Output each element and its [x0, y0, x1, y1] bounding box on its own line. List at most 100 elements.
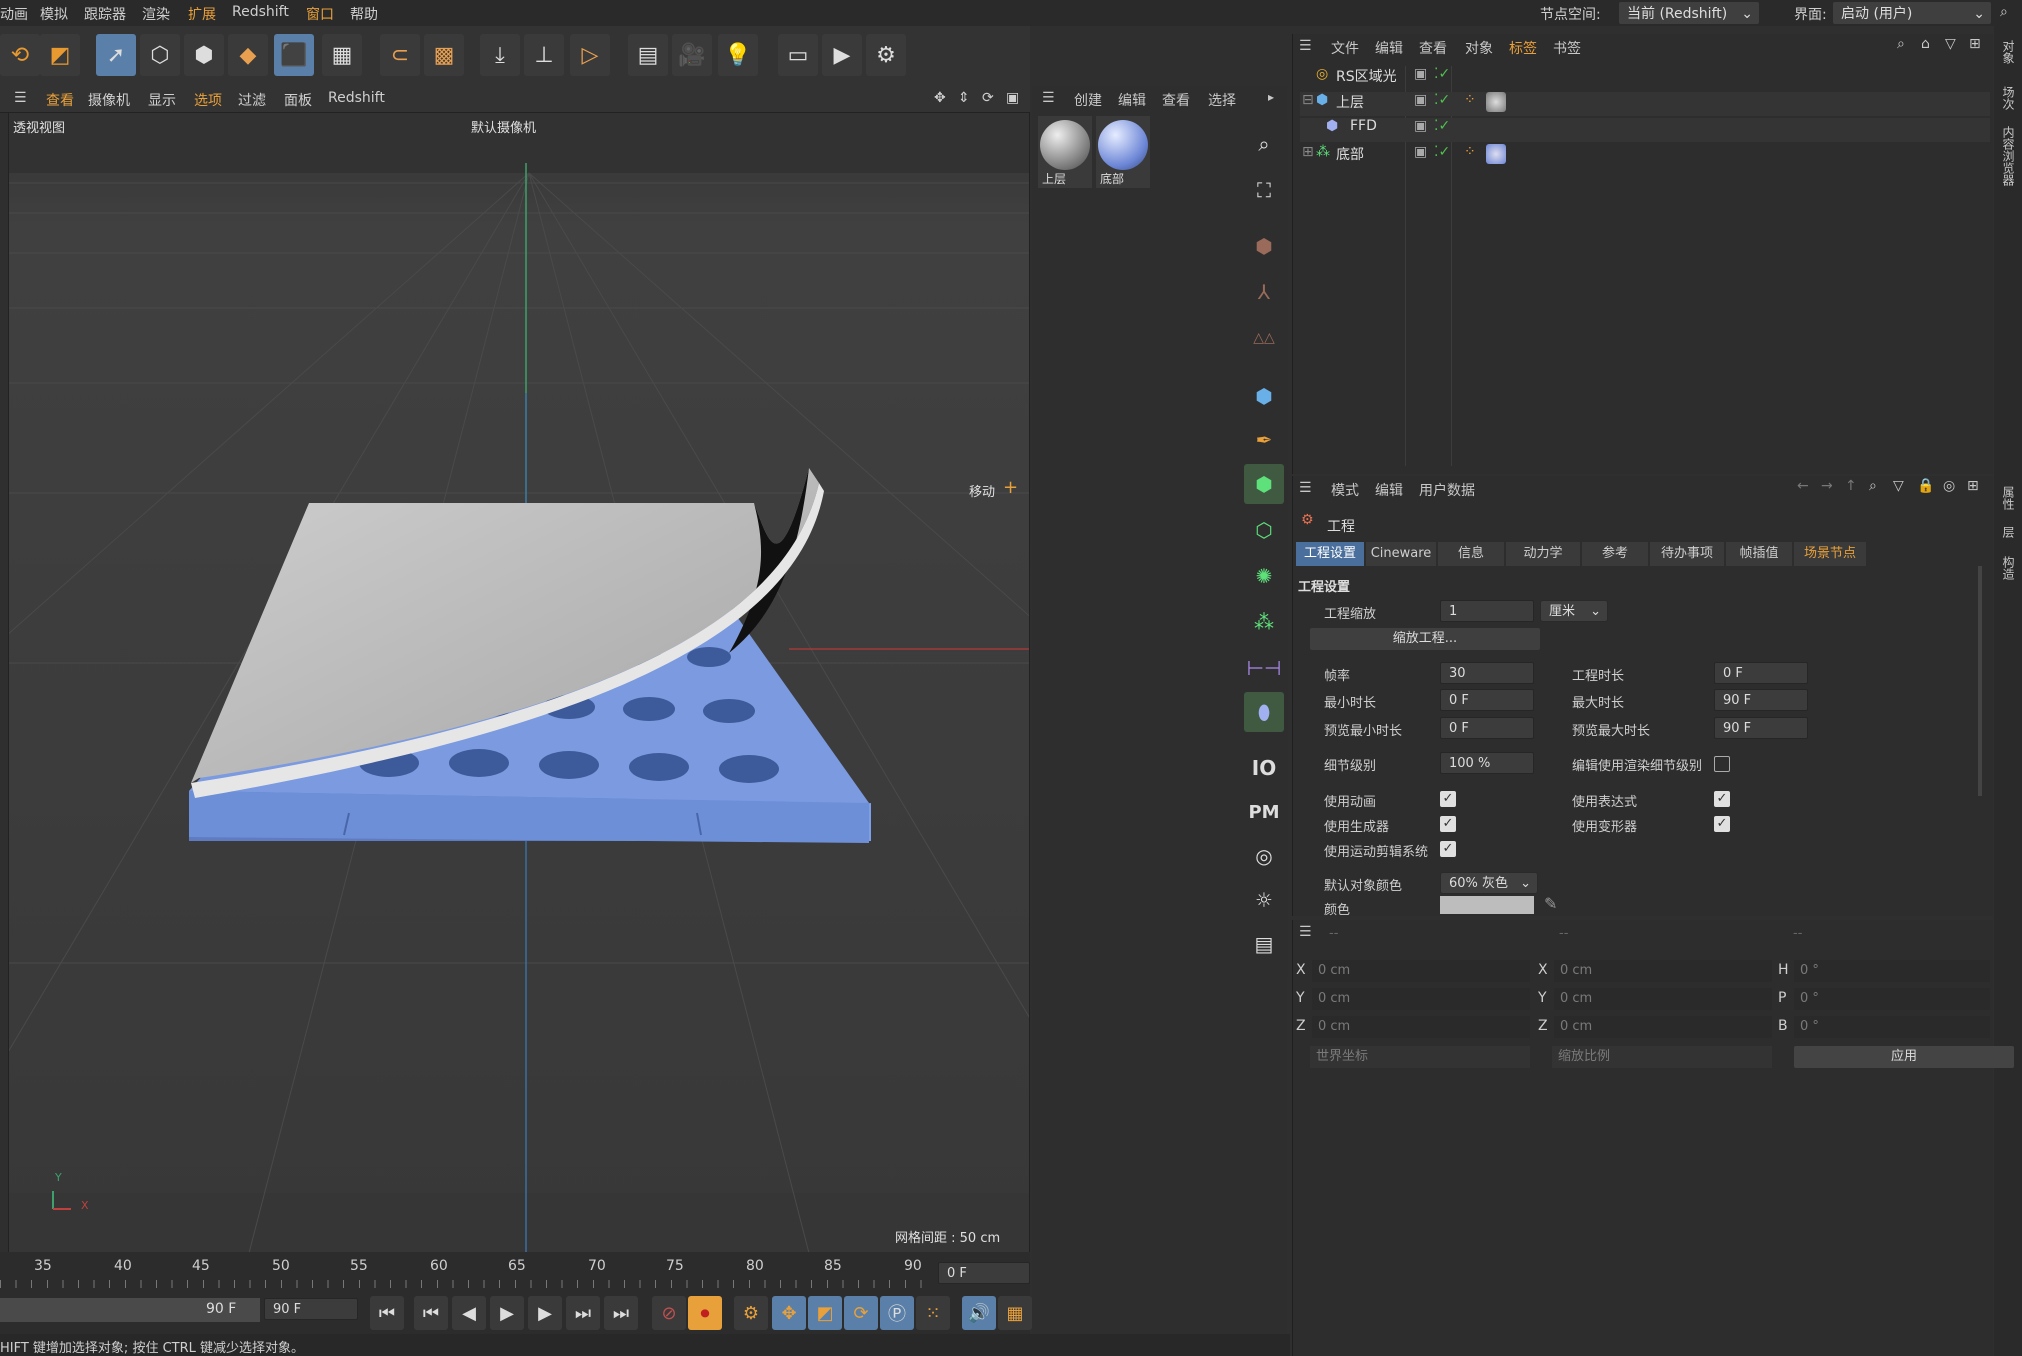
hamburger-icon[interactable]: ☰ [1042, 90, 1055, 106]
coord-rot-h-field[interactable]: 0 ° [1794, 960, 1990, 982]
eyedropper-icon[interactable]: ✎ [1544, 894, 1557, 913]
go-to-start-icon[interactable]: ⏮ [370, 1296, 404, 1330]
attr-scrollbar[interactable] [1978, 566, 1982, 796]
om-menu-object[interactable]: 对象 [1465, 38, 1493, 58]
preview-min-field[interactable]: 0 F [1440, 717, 1534, 739]
mat-menu-select[interactable]: 选择 [1208, 90, 1236, 110]
move-view-icon[interactable]: ✥ [934, 90, 946, 106]
undo-icon[interactable]: ⟲ [0, 34, 40, 76]
range-end-field[interactable]: 90 F [264, 1298, 358, 1320]
cloner-icon[interactable]: ✺ [1244, 556, 1284, 596]
axis-icon[interactable]: ⊥ [524, 34, 564, 76]
tab-project-settings[interactable]: 工程设置 [1296, 542, 1364, 566]
pm-icon[interactable]: PM [1244, 792, 1284, 832]
camera-name[interactable]: 默认摄像机 [471, 117, 536, 136]
visible-check-icon[interactable]: ⁚✓ [1434, 66, 1450, 82]
om-menu-file[interactable]: 文件 [1331, 38, 1359, 58]
subdivision-icon[interactable]: ⬢ [1244, 464, 1284, 504]
joint-icon[interactable]: ⅄ [1244, 272, 1284, 312]
go-to-end-icon[interactable]: ⏭ [604, 1296, 638, 1330]
expand-icon[interactable]: ⊟ [1302, 92, 1314, 108]
rotate-key-icon[interactable]: ⟳ [844, 1296, 878, 1330]
play-icon[interactable]: ▶ [490, 1296, 524, 1330]
home-icon[interactable]: ⌂ [1921, 36, 1930, 52]
film-icon[interactable]: ▦ [998, 1296, 1032, 1330]
tab-todo[interactable]: 待办事项 [1650, 542, 1724, 566]
drop-to-floor-icon[interactable]: ⤓ [480, 34, 520, 76]
forward-arrow-icon[interactable]: → [1821, 478, 1833, 494]
pla-key-icon[interactable]: ⁙ [916, 1296, 950, 1330]
next-key-icon[interactable]: ⏭ [566, 1296, 600, 1330]
am-menu-edit[interactable]: 编辑 [1375, 480, 1403, 500]
current-frame-field[interactable]: 0 F [938, 1262, 1030, 1284]
chevron-right-icon[interactable]: ▸ [1268, 90, 1274, 104]
polygons-mode-icon[interactable]: ◆ [228, 34, 268, 76]
duration-field[interactable]: 0 F [1714, 662, 1808, 684]
object-row-rs-light[interactable]: ◎ RS区域光 ▣ ⁚✓ [1300, 66, 1990, 90]
menu-tracker[interactable]: 跟踪器 [84, 4, 126, 24]
camera-icon[interactable]: 🎥 [672, 34, 712, 76]
vp-menu-options[interactable]: 选项 [194, 90, 222, 110]
menu-help[interactable]: 帮助 [350, 4, 378, 24]
material-swatch-upper[interactable]: 上层 [1038, 116, 1092, 188]
vp-menu-camera[interactable]: 摄像机 [88, 90, 130, 110]
workplane-icon[interactable]: ▩ [424, 34, 464, 76]
target-icon[interactable]: ◎ [1943, 478, 1955, 494]
world-coords-dropdown[interactable]: 世界坐标 [1310, 1046, 1530, 1068]
new-window-icon[interactable]: ⊞ [1969, 36, 1981, 52]
tab-structure[interactable]: 构造 [2000, 556, 2017, 580]
ik-icon[interactable]: △△ [1244, 318, 1284, 358]
environment-icon[interactable]: ◎ [1244, 836, 1284, 876]
mat-menu-edit[interactable]: 编辑 [1118, 90, 1146, 110]
scale-mode-dropdown[interactable]: 缩放比例 [1552, 1046, 1772, 1068]
snap-icon[interactable]: ⊂ [380, 34, 420, 76]
search-icon[interactable]: ⌕ [2000, 4, 2008, 20]
viewport[interactable]: 透视视图 默认摄像机 移动 + Y X 网格间距 : 50 cm [8, 112, 1030, 1254]
move-key-icon[interactable]: ✥ [772, 1296, 806, 1330]
menu-extensions[interactable]: 扩展 [188, 4, 216, 24]
vp-menu-view[interactable]: 查看 [46, 90, 74, 110]
tab-scene-nodes[interactable]: 场景节点 [1794, 542, 1866, 566]
render-region-icon[interactable]: ▭ [778, 34, 818, 76]
tab-content-browser[interactable]: 内容浏览器 [2000, 126, 2017, 186]
scale-field[interactable]: 1 [1440, 600, 1534, 622]
keyframe-settings-icon[interactable]: ⚙ [734, 1296, 768, 1330]
texture-mode-icon[interactable]: ▦ [322, 34, 362, 76]
material-tag-icon[interactable] [1486, 92, 1506, 112]
menu-animation[interactable]: 动画 [0, 4, 28, 24]
timeline-ruler[interactable] [0, 1280, 930, 1288]
render-view-icon[interactable]: ▶ [822, 34, 862, 76]
preview-max-field[interactable]: 90 F [1714, 717, 1808, 739]
color-swatch[interactable] [1440, 896, 1534, 914]
am-menu-mode[interactable]: 模式 [1331, 480, 1359, 500]
coord-pos-x-field[interactable]: 0 cm [1312, 960, 1530, 982]
default-color-dropdown[interactable]: 60% 灰色 ⌄ [1440, 872, 1538, 894]
frame-icon[interactable]: ⛶ [1244, 170, 1284, 210]
param-key-icon[interactable]: Ⓟ [880, 1296, 914, 1330]
maximize-view-icon[interactable]: ▣ [1006, 90, 1019, 106]
tab-reference[interactable]: 参考 [1582, 542, 1648, 566]
vp-menu-panel[interactable]: 面板 [284, 90, 312, 110]
om-menu-bookmarks[interactable]: 书签 [1553, 38, 1581, 58]
interface-dropdown[interactable]: 启动 (用户) ⌄ [1832, 1, 1992, 25]
tab-interpolation[interactable]: 帧插值 [1726, 542, 1792, 566]
vp-menu-redshift[interactable]: Redshift [328, 90, 385, 106]
om-menu-tags[interactable]: 标签 [1509, 38, 1537, 58]
new-window-icon[interactable]: ⊞ [1967, 478, 1979, 494]
am-menu-userdata[interactable]: 用户数据 [1419, 480, 1475, 500]
vp-menu-filter[interactable]: 过滤 [238, 90, 266, 110]
use-expr-checkbox[interactable]: ✓ [1714, 791, 1730, 807]
tab-takes[interactable]: 场次 [2000, 86, 2017, 110]
min-time-field[interactable]: 0 F [1440, 689, 1534, 711]
search-icon[interactable]: ⌕ [1897, 36, 1905, 52]
io-icon[interactable]: IO [1244, 748, 1284, 788]
hamburger-icon[interactable]: ☰ [1299, 924, 1312, 940]
points-mode-icon[interactable]: ⬡ [140, 34, 180, 76]
mat-menu-create[interactable]: 创建 [1074, 90, 1102, 110]
menu-window[interactable]: 窗口 [306, 4, 334, 24]
sound-icon[interactable]: 🔊 [962, 1296, 996, 1330]
use-gen-checkbox[interactable]: ✓ [1440, 816, 1456, 832]
lod-field[interactable]: 100 % [1440, 752, 1534, 774]
search-icon[interactable]: ⌕ [1869, 478, 1877, 494]
prev-frame-icon[interactable]: ◀ [452, 1296, 486, 1330]
